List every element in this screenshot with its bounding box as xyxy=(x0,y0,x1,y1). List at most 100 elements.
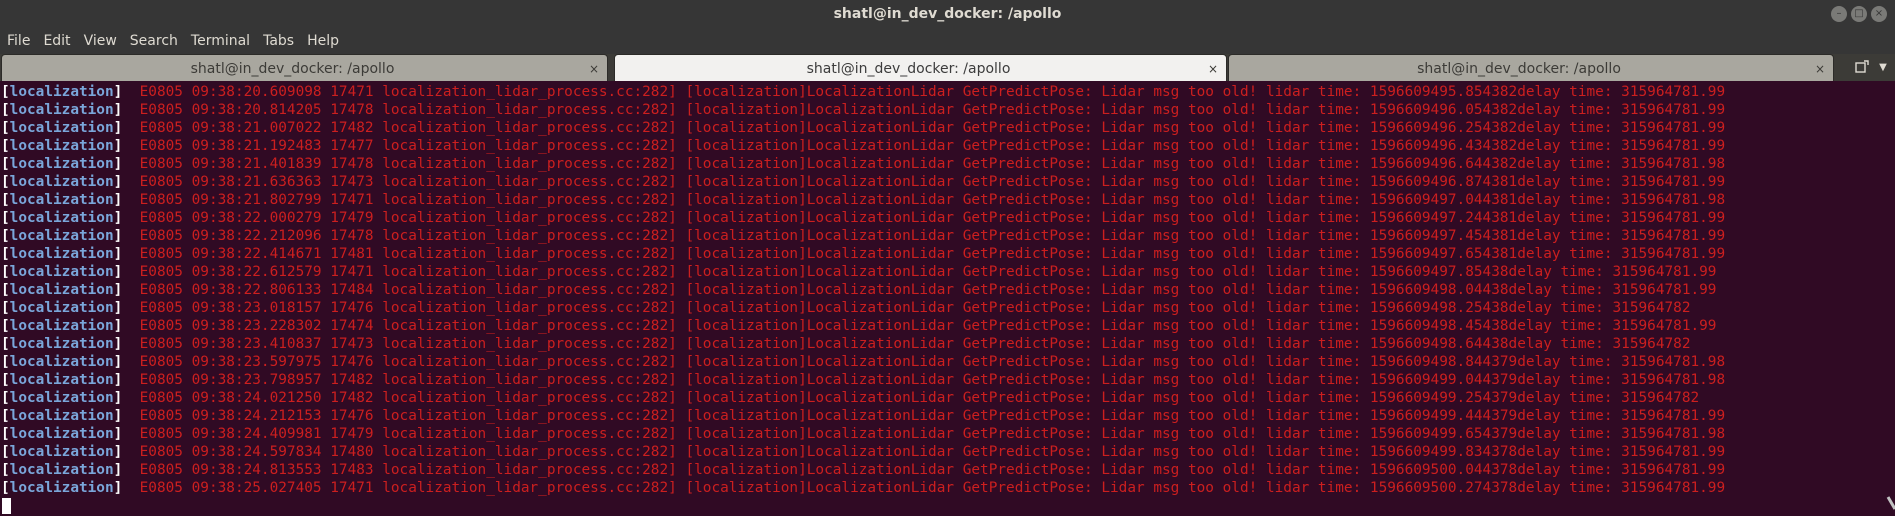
resize-grip[interactable] xyxy=(1886,496,1895,510)
menu-terminal[interactable]: Terminal xyxy=(184,29,256,54)
log-message: E0805 09:38:21.192483 17477 localization… xyxy=(139,138,1726,154)
menu-file[interactable]: File xyxy=(0,29,36,54)
terminal-output[interactable]: [localization] E0805 09:38:20.609098 174… xyxy=(0,83,1895,516)
tab-label: shatl@in_dev_docker: /apollo xyxy=(806,61,1011,77)
terminal-line: [localization] E0805 09:38:24.813553 174… xyxy=(0,461,1895,479)
log-tag: [localization] xyxy=(1,390,123,406)
terminal-line: [localization] E0805 09:38:20.814205 174… xyxy=(0,101,1895,119)
log-message: E0805 09:38:23.228302 17474 localization… xyxy=(139,318,1717,334)
log-tag: [localization] xyxy=(1,120,123,136)
terminal-line: [localization] E0805 09:38:24.597834 174… xyxy=(0,443,1895,461)
terminal-line: [localization] E0805 09:38:21.007022 174… xyxy=(0,119,1895,137)
terminal-line: [localization] E0805 09:38:21.802799 174… xyxy=(0,191,1895,209)
text-cursor xyxy=(2,498,11,514)
log-message: E0805 09:38:22.000279 17479 localization… xyxy=(139,210,1726,226)
menu-edit[interactable]: Edit xyxy=(36,29,76,54)
log-tag: [localization] xyxy=(1,228,123,244)
maximize-icon: □ xyxy=(1854,8,1864,19)
terminal-line: [localization] E0805 09:38:23.798957 174… xyxy=(0,371,1895,389)
log-tag: [localization] xyxy=(1,318,123,334)
log-message: E0805 09:38:23.798957 17482 localization… xyxy=(139,372,1726,388)
title-bar[interactable]: shatl@in_dev_docker: /apollo – □ × xyxy=(0,0,1895,29)
terminal-line: [localization] E0805 09:38:22.414671 174… xyxy=(0,245,1895,263)
window-controls: – □ × xyxy=(1831,6,1887,23)
close-icon: × xyxy=(1874,8,1884,19)
tab-label: shatl@in_dev_docker: /apollo xyxy=(1417,61,1621,77)
tab-bar: shatl@in_dev_docker: /apollo × shatl@in_… xyxy=(0,54,1895,81)
log-tag: [localization] xyxy=(1,192,123,208)
log-message: E0805 09:38:21.636363 17473 localization… xyxy=(139,174,1726,190)
log-tag: [localization] xyxy=(1,102,123,118)
log-message: E0805 09:38:23.410837 17473 localization… xyxy=(139,336,1691,352)
terminal-line: [localization] E0805 09:38:21.192483 174… xyxy=(0,137,1895,155)
log-message: E0805 09:38:22.212096 17478 localization… xyxy=(139,228,1726,244)
log-tag: [localization] xyxy=(1,282,123,298)
log-tag: [localization] xyxy=(1,372,123,388)
log-tag: [localization] xyxy=(1,84,123,100)
log-message: E0805 09:38:24.813553 17483 localization… xyxy=(139,462,1726,478)
terminal-line: [localization] E0805 09:38:25.027405 174… xyxy=(0,479,1895,497)
log-message: E0805 09:38:23.018157 17476 localization… xyxy=(139,300,1691,316)
tab-menu-button[interactable]: ▼ xyxy=(1875,54,1891,81)
log-message: E0805 09:38:24.212153 17476 localization… xyxy=(139,408,1726,424)
log-message: E0805 09:38:24.409981 17479 localization… xyxy=(139,426,1726,442)
tab-2[interactable]: shatl@in_dev_docker: /apollo × xyxy=(614,54,1227,81)
terminal-line: [localization] E0805 09:38:23.410837 174… xyxy=(0,335,1895,353)
scrollbar[interactable] xyxy=(1883,83,1895,516)
log-tag: [localization] xyxy=(1,408,123,424)
tab-1[interactable]: shatl@in_dev_docker: /apollo × xyxy=(1,54,608,81)
tab-close-button[interactable]: × xyxy=(1208,55,1218,83)
log-tag: [localization] xyxy=(1,264,123,280)
minimize-icon: – xyxy=(1836,8,1842,19)
log-message: E0805 09:38:22.806133 17484 localization… xyxy=(139,282,1717,298)
tab-label: shatl@in_dev_docker: /apollo xyxy=(190,61,395,77)
new-tab-icon xyxy=(1855,60,1869,73)
chevron-down-icon: ▼ xyxy=(1879,62,1887,73)
log-message: E0805 09:38:24.597834 17480 localization… xyxy=(139,444,1726,460)
terminal-line: [localization] E0805 09:38:21.636363 174… xyxy=(0,173,1895,191)
close-button[interactable]: × xyxy=(1871,6,1887,22)
menu-tabs[interactable]: Tabs xyxy=(256,29,300,54)
log-message: E0805 09:38:24.021250 17482 localization… xyxy=(139,390,1700,406)
log-tag: [localization] xyxy=(1,138,123,154)
menu-view[interactable]: View xyxy=(77,29,123,54)
terminal-line: [localization] E0805 09:38:24.409981 174… xyxy=(0,425,1895,443)
log-message: E0805 09:38:21.802799 17471 localization… xyxy=(139,192,1726,208)
maximize-button[interactable]: □ xyxy=(1851,6,1867,22)
terminal-line: [localization] E0805 09:38:22.212096 174… xyxy=(0,227,1895,245)
tab-3[interactable]: shatl@in_dev_docker: /apollo × xyxy=(1228,54,1834,81)
terminal-line: [localization] E0805 09:38:23.597975 174… xyxy=(0,353,1895,371)
terminal-line: [localization] E0805 09:38:24.212153 174… xyxy=(0,407,1895,425)
log-tag: [localization] xyxy=(1,426,123,442)
log-tag: [localization] xyxy=(1,354,123,370)
terminal-line: [localization] E0805 09:38:23.018157 174… xyxy=(0,299,1895,317)
log-message: E0805 09:38:20.814205 17478 localization… xyxy=(139,102,1726,118)
terminal-line: [localization] E0805 09:38:23.228302 174… xyxy=(0,317,1895,335)
minimize-button[interactable]: – xyxy=(1831,6,1847,22)
prompt-line xyxy=(0,497,1895,515)
log-tag: [localization] xyxy=(1,480,123,496)
menu-search[interactable]: Search xyxy=(123,29,184,54)
terminal-line: [localization] E0805 09:38:24.021250 174… xyxy=(0,389,1895,407)
log-tag: [localization] xyxy=(1,156,123,172)
terminal-line: [localization] E0805 09:38:22.612579 174… xyxy=(0,263,1895,281)
log-message: E0805 09:38:21.401839 17478 localization… xyxy=(139,156,1726,172)
tab-close-button[interactable]: × xyxy=(1815,55,1825,83)
log-message: E0805 09:38:22.612579 17471 localization… xyxy=(139,264,1717,280)
window-title: shatl@in_dev_docker: /apollo xyxy=(833,6,1062,22)
terminal-line: [localization] E0805 09:38:22.806133 174… xyxy=(0,281,1895,299)
new-tab-button[interactable] xyxy=(1851,54,1873,81)
log-message: E0805 09:38:22.414671 17481 localization… xyxy=(139,246,1726,262)
menu-help[interactable]: Help xyxy=(300,29,345,54)
log-message: E0805 09:38:25.027405 17471 localization… xyxy=(139,480,1726,496)
terminal-window: shatl@in_dev_docker: /apollo – □ × File … xyxy=(0,0,1895,516)
terminal-line: [localization] E0805 09:38:22.000279 174… xyxy=(0,209,1895,227)
log-tag: [localization] xyxy=(1,444,123,460)
log-tag: [localization] xyxy=(1,336,123,352)
log-tag: [localization] xyxy=(1,210,123,226)
log-message: E0805 09:38:20.609098 17471 localization… xyxy=(139,84,1726,100)
log-tag: [localization] xyxy=(1,246,123,262)
log-tag: [localization] xyxy=(1,174,123,190)
tab-close-button[interactable]: × xyxy=(589,55,599,83)
log-tag: [localization] xyxy=(1,300,123,316)
